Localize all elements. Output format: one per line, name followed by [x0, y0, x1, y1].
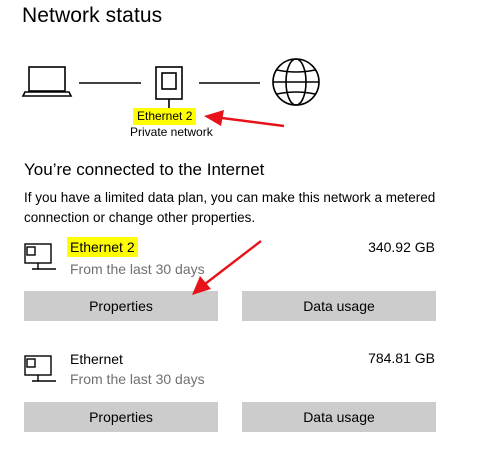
properties-button[interactable]: Properties	[24, 291, 218, 321]
properties-button[interactable]: Properties	[24, 402, 218, 432]
ethernet-adapter-icon	[24, 355, 56, 382]
data-usage-button[interactable]: Data usage	[242, 291, 436, 321]
adapter-label: Ethernet 2	[133, 108, 197, 125]
connection-name: Ethernet	[70, 351, 123, 367]
laptop-icon	[21, 66, 73, 97]
connection-status-description: If you have a limited data plan, you can…	[24, 190, 436, 225]
connection-name: Ethernet 2	[67, 237, 138, 257]
page-title: Network status	[22, 4, 163, 27]
data-usage-button[interactable]: Data usage	[242, 402, 436, 432]
connection-period: From the last 30 days	[70, 261, 205, 277]
arrow-annotation	[204, 110, 285, 128]
connection-status-heading: You’re connected to the Internet	[24, 160, 265, 179]
network-diagram	[21, 58, 320, 108]
ethernet-adapter-icon	[24, 243, 56, 270]
connection-usage: 784.81 GB	[368, 350, 435, 366]
globe-icon	[272, 58, 320, 106]
ethernet-port-icon	[155, 66, 183, 108]
connection-period: From the last 30 days	[70, 371, 205, 387]
connection-usage: 340.92 GB	[368, 239, 435, 255]
network-type-label: Private network	[130, 125, 213, 139]
